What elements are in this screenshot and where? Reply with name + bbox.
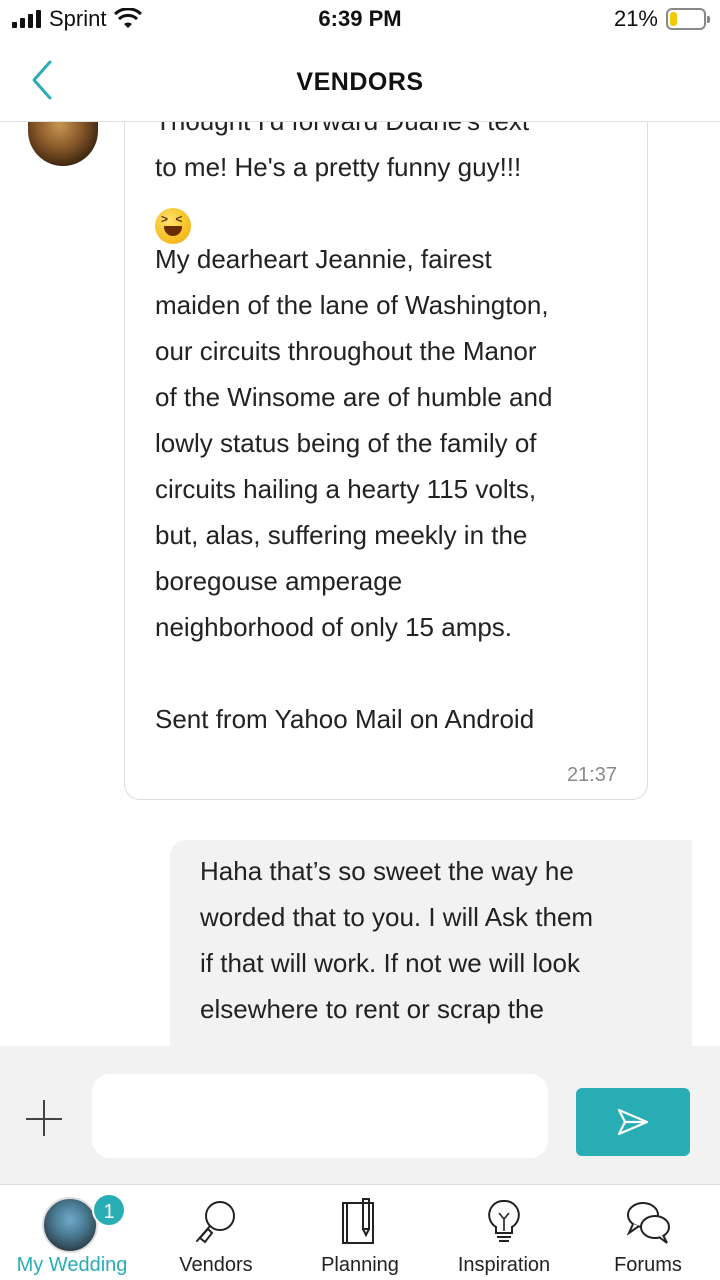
chat-bubbles-icon xyxy=(626,1202,670,1244)
message-line: lowly status being of the family of xyxy=(155,428,537,458)
notification-badge: 1 xyxy=(92,1193,126,1227)
message-line: circuits hailing a hearty 115 volts, xyxy=(155,474,537,504)
add-attachment-button[interactable] xyxy=(26,1100,64,1138)
tab-planning[interactable]: Planning xyxy=(288,1185,432,1280)
wedding-avatar xyxy=(42,1197,98,1253)
message-signature: Sent from Yahoo Mail on Android xyxy=(155,704,535,734)
tab-my-wedding[interactable]: 1 My Wedding xyxy=(0,1185,144,1280)
tab-bar: 1 My Wedding Vendors Planning Inspiratio… xyxy=(0,1184,720,1280)
page-title: VENDORS xyxy=(296,68,424,96)
notebook-icon xyxy=(342,1198,374,1244)
magnifier-icon xyxy=(196,1201,235,1244)
message-line: of the Winsome are of humble and xyxy=(155,382,553,412)
message-input[interactable] xyxy=(92,1074,548,1158)
vendor-avatar[interactable] xyxy=(28,122,98,166)
incoming-message-bubble[interactable]: Thought I'd forward Duane's text to me! … xyxy=(124,122,648,800)
battery-icon xyxy=(666,8,710,30)
tab-forums[interactable]: Forums xyxy=(576,1185,720,1280)
tab-label: Vendors xyxy=(179,1254,253,1276)
message-line: worded that to you. I will Ask them xyxy=(200,902,594,932)
send-icon xyxy=(617,1108,649,1136)
message-line: My dearheart Jeannie, fairest xyxy=(155,244,492,274)
message-line: elsewhere to rent or scrap the xyxy=(200,994,544,1024)
message-line: neighborhood of only 15 amps. xyxy=(155,612,513,642)
message-timestamp: 21:37 xyxy=(566,764,617,786)
tab-label: Planning xyxy=(321,1254,399,1276)
send-button[interactable] xyxy=(576,1088,690,1156)
message-composer xyxy=(0,1046,720,1184)
tab-inspiration[interactable]: Inspiration xyxy=(432,1185,576,1280)
battery-percent: 21% xyxy=(613,6,658,31)
message-line: if that will work. If not we will look xyxy=(200,948,581,978)
message-line: boregouse amperage xyxy=(155,566,403,596)
message-line: Haha that’s so sweet the way he xyxy=(200,856,574,886)
lightbulb-icon xyxy=(488,1199,520,1242)
status-bar: Sprint 6:39 PM 21% xyxy=(0,0,720,40)
tab-label: Inspiration xyxy=(457,1254,551,1276)
tab-vendors[interactable]: Vendors xyxy=(144,1185,288,1280)
outgoing-message-bubble[interactable]: Haha that’s so sweet the way he worded t… xyxy=(170,840,692,1046)
battery-fill xyxy=(670,12,677,26)
message-line: to me! He's a pretty funny guy!!! xyxy=(155,152,522,182)
chat-thread[interactable]: Thought I'd forward Duane's text to me! … xyxy=(0,122,720,1046)
nav-bar: VENDORS xyxy=(0,40,720,122)
message-line: but, alas, suffering meekly in the xyxy=(155,520,528,550)
tab-label: My Wedding xyxy=(16,1254,128,1276)
message-line: Thought I'd forward Duane's text xyxy=(155,122,625,144)
message-line: maiden of the lane of Washington, xyxy=(155,290,549,320)
tab-label: Forums xyxy=(614,1254,682,1276)
message-line: our circuits throughout the Manor xyxy=(155,336,537,366)
battery-group: 21% xyxy=(613,6,710,32)
status-time: 6:39 PM xyxy=(318,6,402,31)
